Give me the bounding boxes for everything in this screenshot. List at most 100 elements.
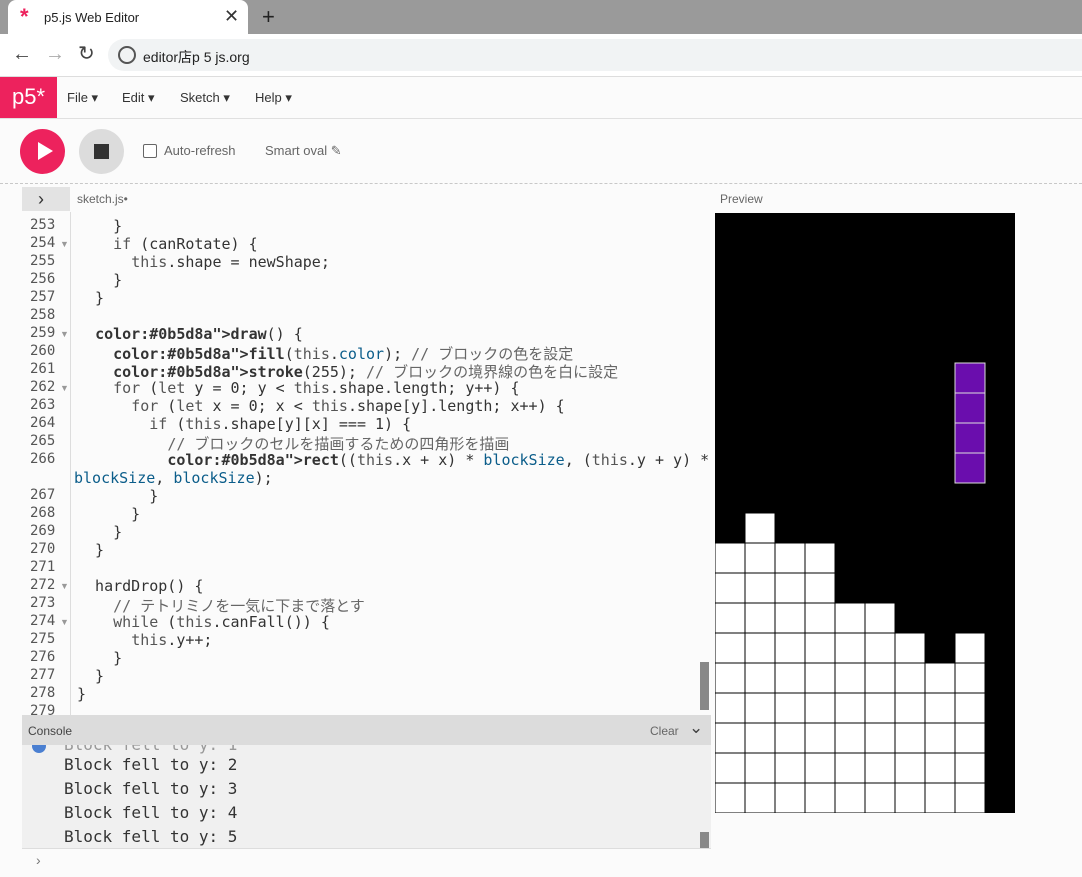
locked-block <box>864 722 896 754</box>
play-button[interactable] <box>20 129 65 174</box>
locked-block <box>744 782 776 813</box>
code-line: this.y++; <box>131 631 213 649</box>
console-line: Block fell to y: 5 <box>64 827 238 846</box>
url-text: editor店p 5 js.org <box>143 49 250 65</box>
globe-icon <box>118 46 136 64</box>
code-line: } <box>77 649 123 667</box>
line-number: 278 <box>30 685 56 701</box>
menu-help[interactable]: Help ▾ <box>255 90 292 106</box>
console-clear-button[interactable]: Clear <box>650 724 679 738</box>
editor-scrollbar[interactable] <box>700 662 709 710</box>
browser-tab-strip: * p5.js Web Editor ✕ + <box>0 0 1082 34</box>
code-line: color:#0b5d8a">rect((this.x + x) * block… <box>167 451 711 469</box>
stop-icon <box>94 144 109 159</box>
locked-block <box>804 542 836 574</box>
locked-block <box>715 602 746 634</box>
menu-file[interactable]: File ▾ <box>67 90 98 106</box>
locked-block <box>715 662 746 694</box>
locked-block <box>744 632 776 664</box>
line-number: 253 <box>30 217 56 233</box>
line-number-gutter: 253 254 ▼ 255 256 257 258 259 ▼ 260 261 262 ▼ 263 264 2… <box>22 212 71 715</box>
locked-block <box>804 782 836 813</box>
locked-block <box>774 572 806 604</box>
code-line: } <box>77 289 105 307</box>
preview-canvas[interactable] <box>715 213 1015 813</box>
url-field[interactable]: editor店p 5 js.org <box>108 39 1082 71</box>
locked-block <box>744 752 776 784</box>
line-number: 258 <box>30 307 56 323</box>
line-number: 273 <box>30 595 56 611</box>
active-piece-block <box>954 392 986 424</box>
p5-logo[interactable]: p5* <box>0 77 57 118</box>
code-line: if (this.shape[y][x] === 1) { <box>149 415 412 433</box>
locked-block <box>954 692 986 724</box>
code-line: } <box>77 685 87 703</box>
chevron-down-icon[interactable]: ⌄ <box>689 718 703 738</box>
locked-block <box>744 512 776 544</box>
fold-arrow-icon[interactable]: ▼ <box>60 581 69 591</box>
locked-block <box>894 782 926 813</box>
line-number: 262 <box>30 379 56 395</box>
code-line: } <box>77 271 123 289</box>
console-title: Console <box>28 724 73 738</box>
preview-label: Preview <box>720 192 763 206</box>
tab-title: p5.js Web Editor <box>44 10 140 25</box>
locked-block <box>894 752 926 784</box>
fold-arrow-icon[interactable]: ▼ <box>60 329 69 339</box>
code-line: } <box>77 217 123 235</box>
code-line: this.shape = newShape; <box>131 253 330 271</box>
sketch-name[interactable]: Smart oval ✎ <box>265 143 342 159</box>
menu-edit[interactable]: Edit ▾ <box>122 90 155 106</box>
locked-block <box>774 752 806 784</box>
stop-button[interactable] <box>79 129 124 174</box>
locked-block <box>894 662 926 694</box>
locked-block <box>864 632 896 664</box>
toolbar: Auto-refresh Smart oval ✎ <box>0 119 1082 184</box>
menu-bar: p5* File ▾ Edit ▾ Sketch ▾ Help ▾ <box>0 77 1082 119</box>
fold-arrow-icon[interactable]: ▼ <box>60 617 69 627</box>
code-line: if (canRotate) { <box>113 235 258 253</box>
code-line: for (let y = 0; y < this.shape.length; y… <box>113 379 520 397</box>
fold-arrow-icon[interactable]: ▼ <box>60 239 69 249</box>
locked-block <box>864 752 896 784</box>
back-arrow-icon[interactable]: ← <box>12 42 32 66</box>
locked-block <box>774 542 806 574</box>
line-number: 259 <box>30 325 56 341</box>
locked-block <box>834 752 866 784</box>
line-number: 277 <box>30 667 56 683</box>
console-output: Block fell to y: 1 Block fell to y: 2 Bl… <box>22 745 711 848</box>
expand-sidebar-button[interactable]: › <box>22 187 70 211</box>
line-number: 274 <box>30 613 56 629</box>
forward-arrow-icon[interactable]: → <box>45 42 65 66</box>
locked-block <box>834 632 866 664</box>
code-editor[interactable]: 253 254 ▼ 255 256 257 258 259 ▼ 260 261 262 ▼ 263 264 2… <box>22 212 711 715</box>
code-line: } <box>77 505 141 523</box>
play-icon <box>38 142 53 160</box>
console-header: Console Clear ⌄ <box>22 715 711 745</box>
locked-block <box>924 752 956 784</box>
line-number: 267 <box>30 487 56 503</box>
locked-block <box>834 602 866 634</box>
locked-block <box>715 632 746 664</box>
reload-icon[interactable]: ↻ <box>78 42 95 66</box>
file-tab-sketch[interactable]: sketch.js• <box>77 192 128 206</box>
tab-close-icon[interactable]: ✕ <box>224 6 239 26</box>
auto-refresh-checkbox[interactable] <box>143 144 157 158</box>
line-number: 263 <box>30 397 56 413</box>
locked-block <box>804 722 836 754</box>
address-bar: ← → ↻ editor店p 5 js.org <box>0 34 1082 77</box>
line-number: 255 <box>30 253 56 269</box>
locked-block <box>715 752 746 784</box>
browser-tab[interactable]: * p5.js Web Editor ✕ <box>8 0 248 34</box>
locked-block <box>744 692 776 724</box>
code-line: blockSize, blockSize); <box>74 469 273 487</box>
new-tab-button[interactable]: + <box>262 4 275 30</box>
locked-block <box>954 782 986 813</box>
menu-sketch[interactable]: Sketch ▾ <box>180 90 230 106</box>
console-scrollbar[interactable] <box>700 832 709 848</box>
line-number: 254 <box>30 235 56 251</box>
locked-block <box>804 752 836 784</box>
fold-arrow-icon[interactable]: ▼ <box>60 383 69 393</box>
console-input[interactable]: › <box>22 848 711 877</box>
locked-block <box>924 662 956 694</box>
